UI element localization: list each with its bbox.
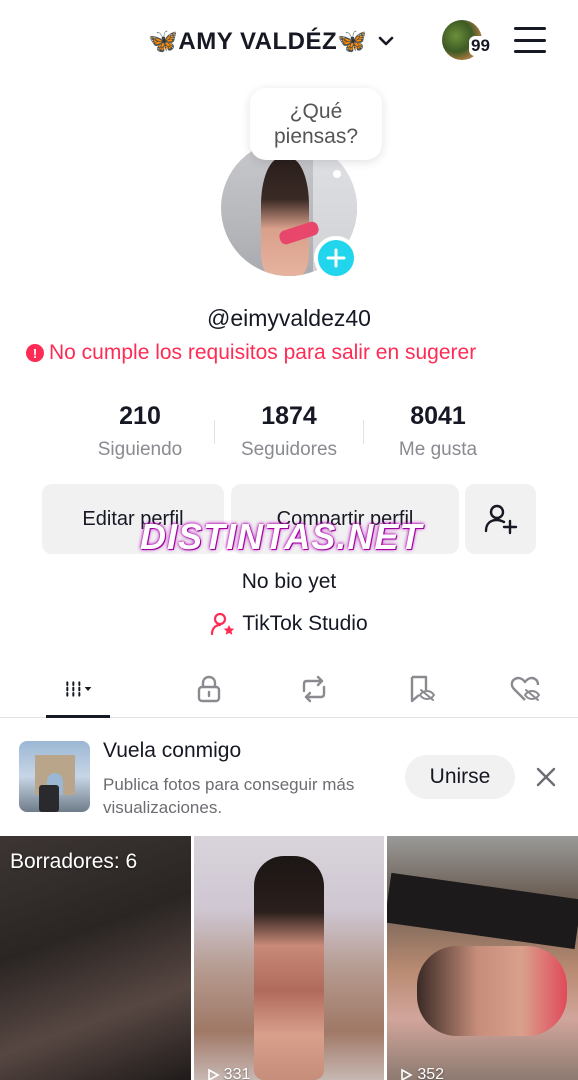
content-tabs [0,660,578,718]
lock-icon [197,675,220,702]
promo-title: Vuela conmigo [103,739,242,762]
drafts-tile[interactable]: Borradores: 6 [0,836,191,1080]
followers-count: 1874 [261,402,317,430]
join-button[interactable]: Unirse [405,755,515,799]
tab-videos[interactable] [0,660,156,718]
tab-reposts[interactable] [262,660,368,717]
profile-stats: 210 Siguiendo 1874 Seguidores 8041 Me gu… [66,400,512,470]
warning-text: No cumple los requisitos para salir en s… [49,341,477,364]
close-icon[interactable] [532,763,560,791]
videos-grid-icon [66,680,92,697]
repost-icon [303,675,326,702]
view-count: 331 [206,1066,251,1080]
promo-thumbnail [19,741,90,812]
view-count: 352 [399,1066,444,1080]
add-friend-button[interactable] [465,484,536,554]
top-bar: 🦋AMY VALDÉZ🦋 99 [0,0,578,80]
view-count-value: 352 [417,1066,445,1080]
followers-label: Seguidores [240,439,338,460]
watermark: DISTINTAS.NET [140,516,423,557]
profile-handle: @eimyvaldez40 [207,305,371,331]
play-icon [401,1068,413,1080]
saved-hidden-icon [410,675,435,702]
stat-following[interactable]: 210 Siguiendo [66,400,214,470]
display-name: 🦋AMY VALDÉZ🦋 [148,27,368,55]
tab-liked[interactable] [473,660,578,717]
likes-label: Me gusta [398,439,478,460]
bubble-tail [333,170,341,178]
tiktok-studio-link[interactable]: TikTok Studio [0,611,578,637]
promo-banner: Vuela conmigo Publica fotos para consegu… [0,719,578,835]
liked-hidden-icon [510,676,541,701]
studio-label: TikTok Studio [242,612,368,635]
tab-private[interactable] [156,660,262,717]
video-grid: Borradores: 6 331 352 [0,836,578,1080]
suggestion-warning[interactable]: ! No cumple los requisitos para salir en… [26,341,566,365]
stat-likes[interactable]: 8041 Me gusta [364,400,512,470]
view-count-value: 331 [223,1066,251,1080]
bio-text: No bio yet [241,570,337,593]
chevron-down-icon [376,31,396,51]
alert-icon: ! [26,344,44,362]
studio-person-star-icon [211,612,235,636]
tab-saved[interactable] [367,660,473,717]
following-label: Siguiendo [97,439,183,460]
likes-count: 8041 [410,402,466,430]
promo-description: Publica fotos para conseguir más visuali… [103,775,355,817]
add-person-icon [484,504,517,535]
add-story-plus-icon[interactable] [314,236,358,280]
video-tile[interactable]: 352 [387,836,578,1080]
thought-bubble[interactable]: ¿Qué piensas? [250,88,382,160]
play-icon [207,1068,220,1080]
following-count: 210 [119,402,161,430]
stat-followers[interactable]: 1874 Seguidores [215,400,363,470]
account-switcher[interactable]: 🦋AMY VALDÉZ🦋 [148,24,396,58]
hamburger-menu-icon[interactable] [512,24,548,56]
notification-count: 99 [469,36,492,56]
drafts-label: Borradores: 6 [10,850,138,873]
video-tile[interactable]: 331 [193,836,385,1080]
